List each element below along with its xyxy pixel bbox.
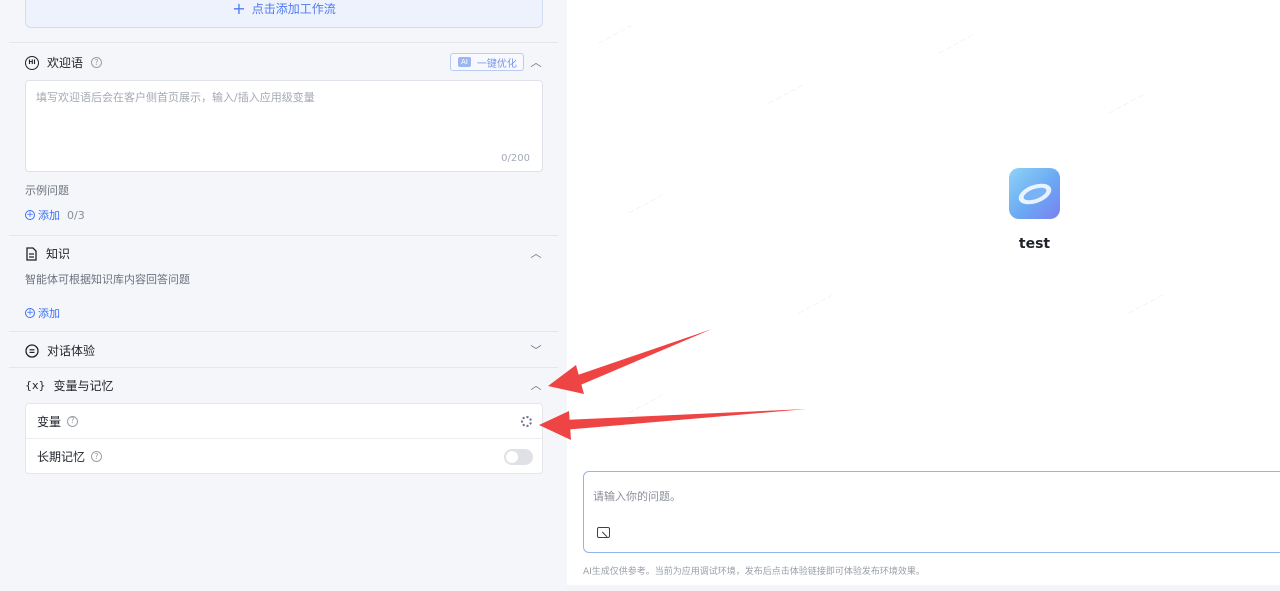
watermark: ─ ─ ─ ─ ─ [626,391,666,419]
watermark: ─ ─ ─ ─ ─ [1106,91,1146,119]
help-icon[interactable]: ? [91,57,103,68]
welcome-placeholder: 填写欢迎语后会在客户侧首页展示，输入/插入应用级变量 [36,91,315,104]
plus-circle-icon: + [25,210,35,220]
add-example-button[interactable]: + 添加 0/3 [25,207,85,223]
divider [9,331,558,332]
preview-panel: ─ ─ ─ ─ ─ ─ ─ ─ ─ ─ ─ ─ ─ ─ ─ ─ ─ ─ ─ ─ … [567,0,1280,585]
optimize-label: 一键优化 [476,58,517,70]
help-icon[interactable]: ? [67,415,79,427]
image-upload-icon[interactable] [597,527,610,538]
dialog-header[interactable]: 对话体验 [25,342,95,359]
example-questions-label: 示例问题 [25,184,69,197]
gear-icon[interactable] [521,416,532,427]
chat-input-placeholder: 请输入你的问题。 [593,490,681,503]
long-term-memory-row: 长期记忆 ? [26,439,542,474]
bot-name: test [1018,236,1051,252]
variable-braces-icon: {x} [25,379,46,392]
bottom-strip [567,585,1280,591]
divider [9,42,558,43]
long-term-memory-toggle[interactable] [504,449,533,465]
chevron-down-icon[interactable]: ﹀ [530,344,542,357]
dialog-title: 对话体验 [47,344,96,358]
chevron-up-icon[interactable]: ︿ [530,56,542,69]
ai-tag: AI [458,57,471,67]
watermark: ─ ─ ─ ─ ─ [1126,291,1166,319]
help-icon[interactable]: ? [91,451,103,462]
one-click-optimize-button[interactable]: AI 一键优化 [450,53,524,71]
chat-input[interactable]: 请输入你的问题。 [583,471,1280,553]
chevron-up-icon[interactable]: ︿ [530,247,542,260]
dialog-icon [25,343,39,358]
watermark: ─ ─ ─ ─ ─ [626,191,666,219]
variables-title: 变量与记忆 [53,379,114,393]
watermark: ─ ─ ─ ─ ─ [936,31,976,59]
variables-row[interactable]: 变量 ? [26,404,542,439]
add-knowledge-button[interactable]: + 添加 [25,305,60,321]
welcome-title: 欢迎语 [47,56,84,70]
welcome-textarea[interactable]: 填写欢迎语后会在客户侧首页展示，输入/插入应用级变量 0/200 [25,80,543,172]
bot-avatar [1009,168,1060,219]
welcome-header[interactable]: HI 欢迎语 ? [25,54,103,71]
knowledge-title: 知识 [46,247,71,261]
welcome-counter: 0/200 [501,153,530,164]
knowledge-description: 智能体可根据知识库内容回答问题 [25,273,190,286]
variables-header[interactable]: {x} 变量与记忆 [25,377,114,394]
knowledge-header[interactable]: 知识 [25,245,70,262]
divider [9,235,558,236]
toggle-knob [506,451,518,463]
plus-circle-icon: + [25,308,35,318]
variables-label: 变量 [37,414,62,429]
long-term-memory-label: 长期记忆 [37,450,86,464]
example-count: 0/3 [67,208,85,222]
divider [9,367,558,368]
watermark: ─ ─ ─ ─ ─ [596,21,636,49]
config-panel: + 点击添加工作流 HI 欢迎语 ? AI 一键优化 ︿ 填写欢迎语后会在客户侧… [0,0,567,591]
plus-icon: + [232,0,246,18]
watermark: ─ ─ ─ ─ ─ [796,291,836,319]
add-workflow-button[interactable]: + 点击添加工作流 [25,0,543,28]
variables-panel: 变量 ? 长期记忆 ? [25,403,543,474]
add-knowledge-label: 添加 [38,307,60,320]
disclaimer-text: AI生成仅供参考。当前为应用调试环境，发布后点击体验链接即可体验发布环境效果。 [583,567,925,577]
welcome-badge-icon: HI [25,55,39,70]
document-icon [26,246,37,261]
add-workflow-label: 点击添加工作流 [251,1,336,16]
watermark: ─ ─ ─ ─ ─ [766,81,806,109]
chevron-up-icon[interactable]: ︿ [530,379,542,392]
add-example-label: 添加 [38,209,60,222]
